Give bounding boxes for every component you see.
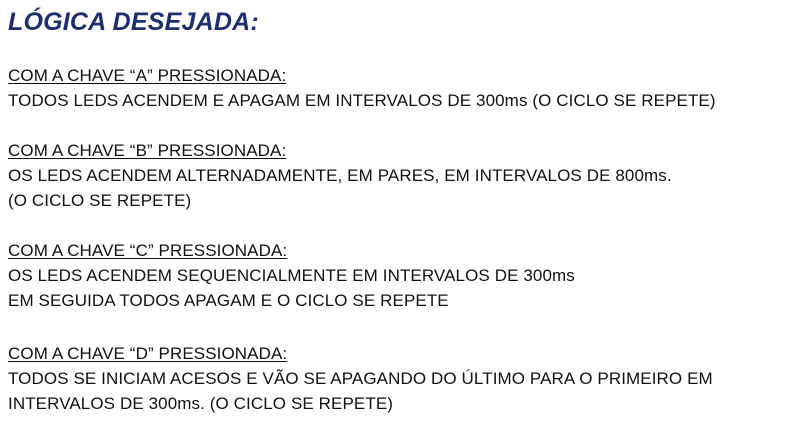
section-line: OS LEDS ACENDEM ALTERNADAMENTE, EM PARES… — [8, 166, 672, 185]
section-chave-a: COM A CHAVE “A” PRESSIONADA: TODOS LEDS … — [8, 63, 794, 113]
section-line: INTERVALOS DE 300ms. (O CICLO SE REPETE) — [8, 394, 394, 413]
slide: LÓGICA DESEJADA: COM A CHAVE “A” PRESSIO… — [0, 0, 800, 428]
section-heading: COM A CHAVE “C” PRESSIONADA: — [8, 241, 288, 260]
section-line: TODOS SE INICIAM ACESOS E VÃO SE APAGAND… — [8, 369, 713, 388]
section-heading: COM A CHAVE “B” PRESSIONADA: — [8, 141, 287, 160]
section-chave-c: COM A CHAVE “C” PRESSIONADA: OS LEDS ACE… — [8, 238, 794, 313]
section-chave-b: COM A CHAVE “B” PRESSIONADA: OS LEDS ACE… — [8, 138, 794, 213]
section-chave-d: COM A CHAVE “D” PRESSIONADA: TODOS SE IN… — [8, 341, 794, 416]
section-line: (O CICLO SE REPETE) — [8, 191, 192, 210]
section-heading: COM A CHAVE “D” PRESSIONADA: — [8, 344, 288, 363]
page-title: LÓGICA DESEJADA: — [8, 8, 259, 36]
section-heading: COM A CHAVE “A” PRESSIONADA: — [8, 66, 287, 85]
section-line: EM SEGUIDA TODOS APAGAM E O CICLO SE REP… — [8, 291, 449, 310]
section-line: OS LEDS ACENDEM SEQUENCIALMENTE EM INTER… — [8, 266, 575, 285]
section-line: TODOS LEDS ACENDEM E APAGAM EM INTERVALO… — [8, 91, 716, 110]
